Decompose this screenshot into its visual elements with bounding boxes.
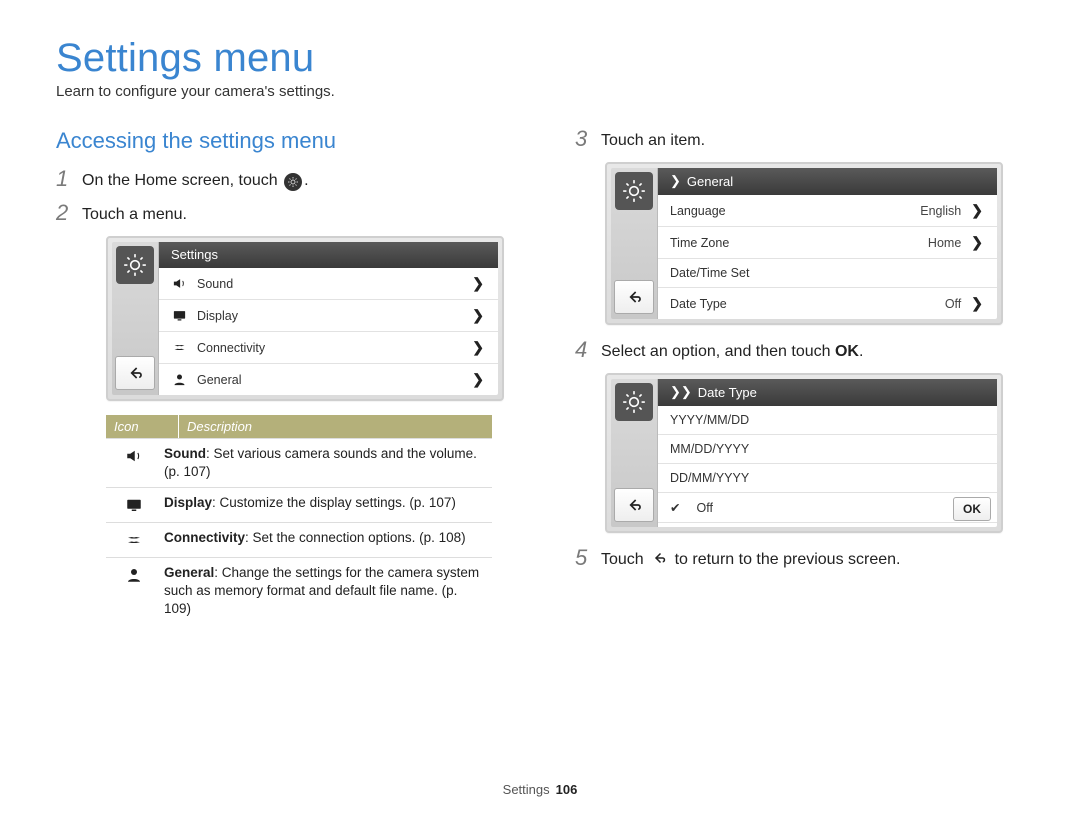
option-yyyymmdd[interactable]: YYYY/MM/DD (658, 406, 997, 435)
connectivity-icon (171, 340, 187, 355)
step-4: 4 Select an option, and then touch OK. (575, 339, 1024, 363)
description-table: Icon Description Sound: Set various came… (106, 415, 492, 624)
menu-general[interactable]: General ❯ (159, 364, 498, 395)
section-heading: Accessing the settings menu (56, 128, 505, 154)
page-footer: Settings106 (0, 782, 1080, 797)
table-row: Connectivity: Set the connection options… (106, 522, 492, 557)
item-datetype[interactable]: Date Type Off❯ (658, 288, 997, 319)
display-icon (106, 488, 162, 522)
chevron-right-icon: ❯ (971, 202, 983, 219)
ok-button[interactable]: OK (953, 497, 991, 521)
option-ddmmyyyy[interactable]: DD/MM/YYYY (658, 464, 997, 493)
sound-icon (171, 276, 187, 291)
item-datetime[interactable]: Date/Time Set (658, 259, 997, 288)
ok-icon: OK (835, 343, 859, 360)
sound-icon (106, 439, 162, 487)
chevron-right-icon: ❯ (472, 275, 484, 292)
back-button[interactable] (614, 488, 654, 522)
gear-icon[interactable] (116, 246, 154, 284)
general-icon (106, 558, 162, 624)
option-mmddyyyy[interactable]: MM/DD/YYYY (658, 435, 997, 464)
device-general: ❯General Language English❯ Time Zone Hom… (605, 162, 1003, 325)
device-datetype: ❯❯Date Type YYYY/MM/DD MM/DD/YYYY DD/MM/… (605, 373, 1003, 533)
chevron-right-icon: ❯ (971, 295, 983, 312)
chevron-right-icon: ❯ (472, 371, 484, 388)
device-header: Settings (159, 242, 498, 268)
step-2: 2 Touch a menu. (56, 202, 505, 226)
chevron-right-icon: ❯ (971, 234, 983, 251)
gear-icon[interactable] (615, 172, 653, 210)
table-row: Display: Customize the display settings.… (106, 487, 492, 522)
step-5: 5 Touch to return to the previous screen… (575, 547, 1024, 574)
item-language[interactable]: Language English❯ (658, 195, 997, 227)
chevron-right-icon: ❯ (472, 339, 484, 356)
back-button[interactable] (614, 280, 654, 314)
connectivity-icon (106, 523, 162, 557)
step-3: 3 Touch an item. (575, 128, 1024, 152)
item-timezone[interactable]: Time Zone Home❯ (658, 227, 997, 259)
check-icon: ✔ (670, 500, 680, 515)
gear-icon[interactable] (615, 383, 653, 421)
table-row: General: Change the settings for the cam… (106, 557, 492, 624)
menu-display[interactable]: Display ❯ (159, 300, 498, 332)
page-subtitle: Learn to configure your camera's setting… (56, 83, 1024, 100)
page-title: Settings menu (56, 36, 1024, 81)
chevron-right-icon: ❯ (670, 173, 681, 189)
option-off[interactable]: ✔Off (658, 493, 997, 523)
gear-icon (284, 173, 302, 191)
menu-sound[interactable]: Sound ❯ (159, 268, 498, 300)
step-1: 1 On the Home screen, touch . (56, 168, 505, 192)
chevron-right-icon: ❯ (472, 307, 484, 324)
display-icon (171, 308, 187, 323)
device-header: ❯❯Date Type (658, 379, 997, 406)
device-header: ❯General (658, 168, 997, 195)
general-icon (171, 372, 187, 387)
chevron-right-icon: ❯❯ (670, 384, 692, 400)
table-row: Sound: Set various camera sounds and the… (106, 438, 492, 487)
back-button[interactable] (115, 356, 155, 390)
back-icon (650, 549, 668, 574)
menu-connectivity[interactable]: Connectivity ❯ (159, 332, 498, 364)
device-settings: Settings Sound ❯ Display ❯ Connectivity … (106, 236, 504, 401)
